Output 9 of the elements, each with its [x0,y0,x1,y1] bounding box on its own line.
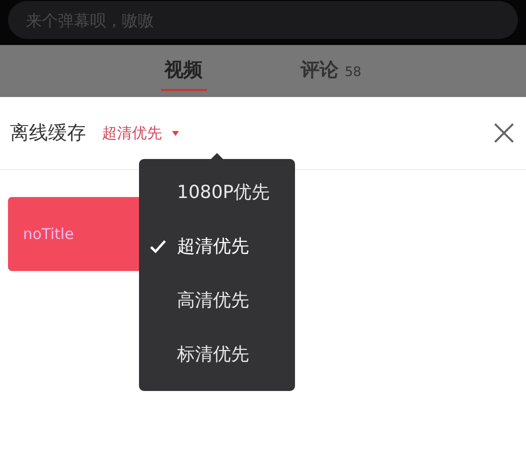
close-icon[interactable] [494,123,514,143]
quality-option[interactable]: 高清优先 [139,273,295,327]
check-icon [150,240,166,252]
tab[interactable]: 视频 [160,51,207,91]
quality-dropdown[interactable]: 超清优先 [102,124,179,142]
quality-option[interactable]: 标清优先 [139,327,295,381]
panel-title: 离线缓存 [10,121,86,146]
caret-icon [172,130,179,136]
comment-count: 58 [344,65,362,80]
